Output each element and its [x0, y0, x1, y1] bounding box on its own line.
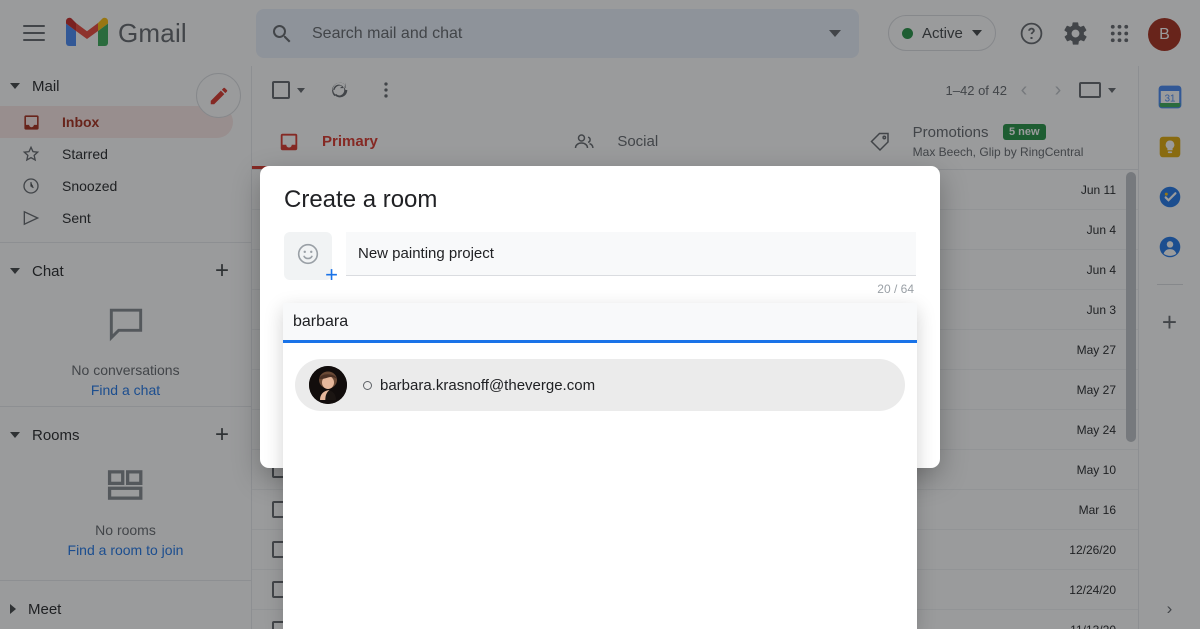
- room-avatar-picker-button[interactable]: +: [284, 232, 332, 280]
- list-item[interactable]: barbara.krasnoff@theverge.com: [295, 359, 905, 411]
- presence-indicator-icon: [363, 381, 372, 390]
- dialog-title: Create a room: [260, 166, 940, 214]
- room-name-input[interactable]: [346, 232, 916, 276]
- room-name-char-count: 20 / 64: [346, 282, 916, 296]
- gmail-window: Gmail Search mail and chat Active: [0, 0, 1200, 629]
- suggestion-email: barbara.krasnoff@theverge.com: [380, 377, 595, 394]
- smiley-face-icon: [295, 241, 321, 272]
- room-name-field: 20 / 64: [346, 232, 916, 296]
- avatar: [309, 366, 347, 404]
- add-members-panel: barbara.krasnoff@theverge.com: [283, 303, 917, 629]
- plus-icon: +: [325, 264, 338, 286]
- room-name-row: + 20 / 64: [260, 214, 940, 296]
- member-search-input[interactable]: [283, 303, 917, 343]
